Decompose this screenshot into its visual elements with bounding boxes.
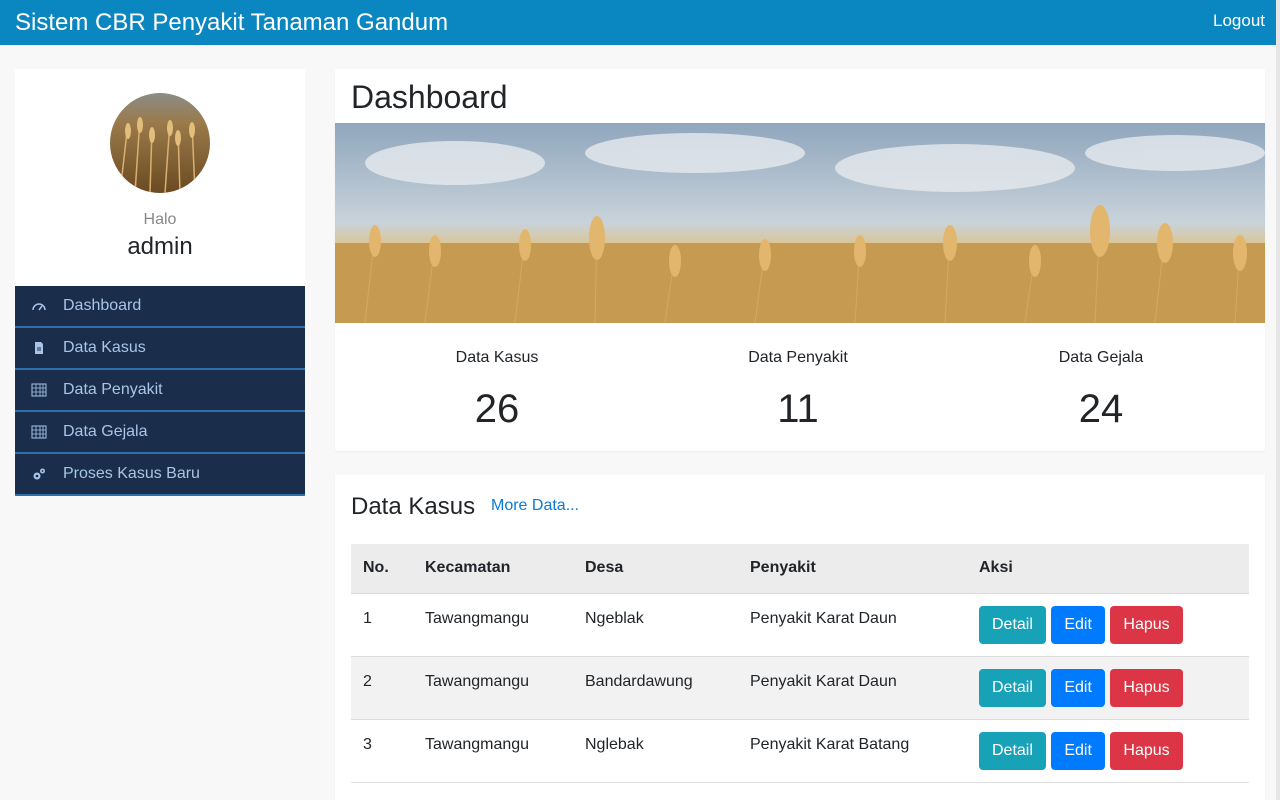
app-title[interactable]: Sistem CBR Penyakit Tanaman Gandum bbox=[15, 9, 448, 37]
cell-no: 1 bbox=[363, 609, 372, 627]
cell-no: 2 bbox=[363, 672, 372, 690]
dashboard-card: Dashboard Data Kasus 26 Data Penyakit 11… bbox=[335, 69, 1265, 451]
detail-button[interactable]: Detail bbox=[979, 605, 1046, 644]
hapus-button[interactable]: Hapus bbox=[1110, 668, 1183, 707]
table-row: 2 Tawangmangu Bandardawung Penyakit Kara… bbox=[351, 656, 1249, 719]
edit-button[interactable]: Edit bbox=[1051, 605, 1105, 644]
sidebar-menu: Dashboard Data Kasus Data Penyakit Data … bbox=[15, 286, 305, 496]
stat-data-penyakit: Data Penyakit 11 bbox=[648, 349, 948, 432]
cell-kecamatan: Tawangmangu bbox=[425, 609, 530, 627]
cell-penyakit: Penyakit Karat Batang bbox=[750, 735, 910, 753]
stat-value: 11 bbox=[777, 387, 819, 431]
column-header-kecamatan: Kecamatan bbox=[413, 544, 573, 594]
stat-label: Data Kasus bbox=[455, 349, 539, 366]
detail-button[interactable]: Detail bbox=[979, 668, 1046, 707]
cell-kecamatan: Tawangmangu bbox=[425, 735, 530, 753]
sidebar-item-label: Data Penyakit bbox=[63, 381, 163, 398]
wheat-field-banner bbox=[335, 123, 1265, 323]
kasus-table: No. Kecamatan Desa Penyakit Aksi 1 Tawan… bbox=[351, 544, 1249, 783]
stat-data-kasus: Data Kasus 26 bbox=[347, 349, 647, 432]
profile-panel: Halo admin bbox=[15, 69, 305, 286]
cell-penyakit: Penyakit Karat Daun bbox=[750, 609, 897, 627]
gears-icon bbox=[31, 466, 47, 482]
logout-link[interactable]: Logout bbox=[1213, 11, 1265, 31]
stat-label: Data Penyakit bbox=[748, 349, 848, 366]
greeting-text: Halo bbox=[143, 211, 177, 228]
table-grid-icon bbox=[31, 424, 47, 440]
edit-button[interactable]: Edit bbox=[1051, 731, 1105, 770]
top-navbar: Sistem CBR Penyakit Tanaman Gandum Logou… bbox=[0, 0, 1280, 45]
stat-data-gejala: Data Gejala 24 bbox=[951, 349, 1251, 432]
column-header-desa: Desa bbox=[573, 544, 738, 594]
detail-button[interactable]: Detail bbox=[979, 731, 1046, 770]
cell-desa: Bandardawung bbox=[585, 672, 693, 690]
stat-value: 24 bbox=[1078, 387, 1124, 431]
sidebar-item-label: Data Gejala bbox=[63, 423, 148, 440]
sidebar-item-label: Dashboard bbox=[63, 297, 142, 314]
page-title: Dashboard bbox=[351, 79, 508, 115]
dashboard-gauge-icon bbox=[31, 298, 47, 314]
hapus-button[interactable]: Hapus bbox=[1110, 605, 1183, 644]
table-row: 3 Tawangmangu Nglebak Penyakit Karat Bat… bbox=[351, 719, 1249, 782]
sidebar-item-dashboard[interactable]: Dashboard bbox=[15, 286, 305, 328]
sidebar: Halo admin Dashboard Data Kasus Data Pen… bbox=[15, 69, 305, 496]
cell-aksi: Detail Edit Hapus bbox=[967, 719, 1249, 782]
cell-desa: Nglebak bbox=[585, 735, 644, 753]
sidebar-item-label: Data Kasus bbox=[63, 339, 146, 356]
column-header-penyakit: Penyakit bbox=[738, 544, 967, 594]
edit-button[interactable]: Edit bbox=[1051, 668, 1105, 707]
table-row: 1 Tawangmangu Ngeblak Penyakit Karat Dau… bbox=[351, 593, 1249, 656]
hapus-button[interactable]: Hapus bbox=[1110, 731, 1183, 770]
cell-penyakit: Penyakit Karat Daun bbox=[750, 672, 897, 690]
data-kasus-card: Data Kasus More Data... No. Kecamatan De… bbox=[335, 475, 1265, 800]
sidebar-item-proses-kasus-baru[interactable]: Proses Kasus Baru bbox=[15, 454, 305, 496]
table-header-row: No. Kecamatan Desa Penyakit Aksi bbox=[351, 544, 1249, 594]
avatar bbox=[110, 93, 210, 193]
table-grid-icon bbox=[31, 382, 47, 398]
more-data-link[interactable]: More Data... bbox=[491, 497, 579, 515]
sidebar-item-data-penyakit[interactable]: Data Penyakit bbox=[15, 370, 305, 412]
stat-value: 26 bbox=[474, 387, 520, 431]
cell-kecamatan: Tawangmangu bbox=[425, 672, 530, 690]
cell-aksi: Detail Edit Hapus bbox=[967, 656, 1249, 719]
column-header-no: No. bbox=[351, 544, 413, 594]
sidebar-item-label: Proses Kasus Baru bbox=[63, 465, 200, 482]
column-header-aksi: Aksi bbox=[967, 544, 1249, 594]
section-title: Data Kasus bbox=[351, 493, 476, 520]
document-icon bbox=[31, 340, 47, 356]
stat-label: Data Gejala bbox=[1058, 349, 1144, 366]
cell-no: 3 bbox=[363, 735, 372, 753]
page-scrollbar[interactable] bbox=[1276, 0, 1280, 800]
username: admin bbox=[127, 233, 193, 260]
cell-aksi: Detail Edit Hapus bbox=[967, 593, 1249, 656]
sidebar-item-data-kasus[interactable]: Data Kasus bbox=[15, 328, 305, 370]
sidebar-item-data-gejala[interactable]: Data Gejala bbox=[15, 412, 305, 454]
cell-desa: Ngeblak bbox=[585, 609, 644, 627]
